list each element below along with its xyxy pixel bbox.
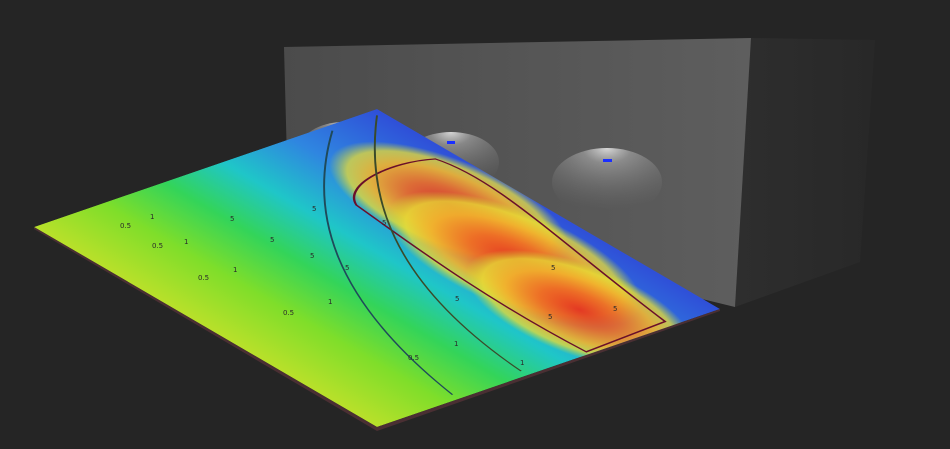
- iso-label-1-f: 1: [520, 359, 524, 367]
- lighting-simulation-viewport[interactable]: 5 5 5 5 5 5 5 5 5 5 1 1 1 1 1 1 0.5 0.5 …: [0, 0, 950, 449]
- iso-label-1-e: 1: [454, 340, 458, 348]
- iso-label-0-5-b: 0.5: [152, 242, 163, 250]
- iso-label-5-h: 5: [551, 264, 555, 272]
- iso-label-1-d: 1: [328, 298, 332, 306]
- iso-label-5-b: 5: [270, 236, 274, 244]
- iso-label-0-5-e: 0.5: [408, 354, 419, 362]
- iso-label-0-5-d: 0.5: [283, 309, 294, 317]
- iso-label-5-g: 5: [613, 305, 617, 313]
- luminaire-3-icon[interactable]: [603, 159, 612, 162]
- iso-label-0-5-a: 0.5: [120, 222, 131, 230]
- iso-label-5-d: 5: [345, 264, 349, 272]
- iso-label-1-c: 1: [233, 266, 237, 274]
- iso-label-1-b: 1: [184, 238, 188, 246]
- iso-label-1-a: 1: [150, 213, 154, 221]
- iso-label-5-f: 5: [548, 313, 552, 321]
- iso-label-0-5-c: 0.5: [198, 274, 209, 282]
- iso-label-5-j: 5: [312, 205, 316, 213]
- iso-label-5-i: 5: [382, 219, 386, 227]
- iso-label-5-a: 5: [230, 215, 234, 223]
- iso-label-5-e: 5: [455, 295, 459, 303]
- iso-label-5-c: 5: [310, 252, 314, 260]
- luminaire-2-icon[interactable]: [447, 141, 455, 144]
